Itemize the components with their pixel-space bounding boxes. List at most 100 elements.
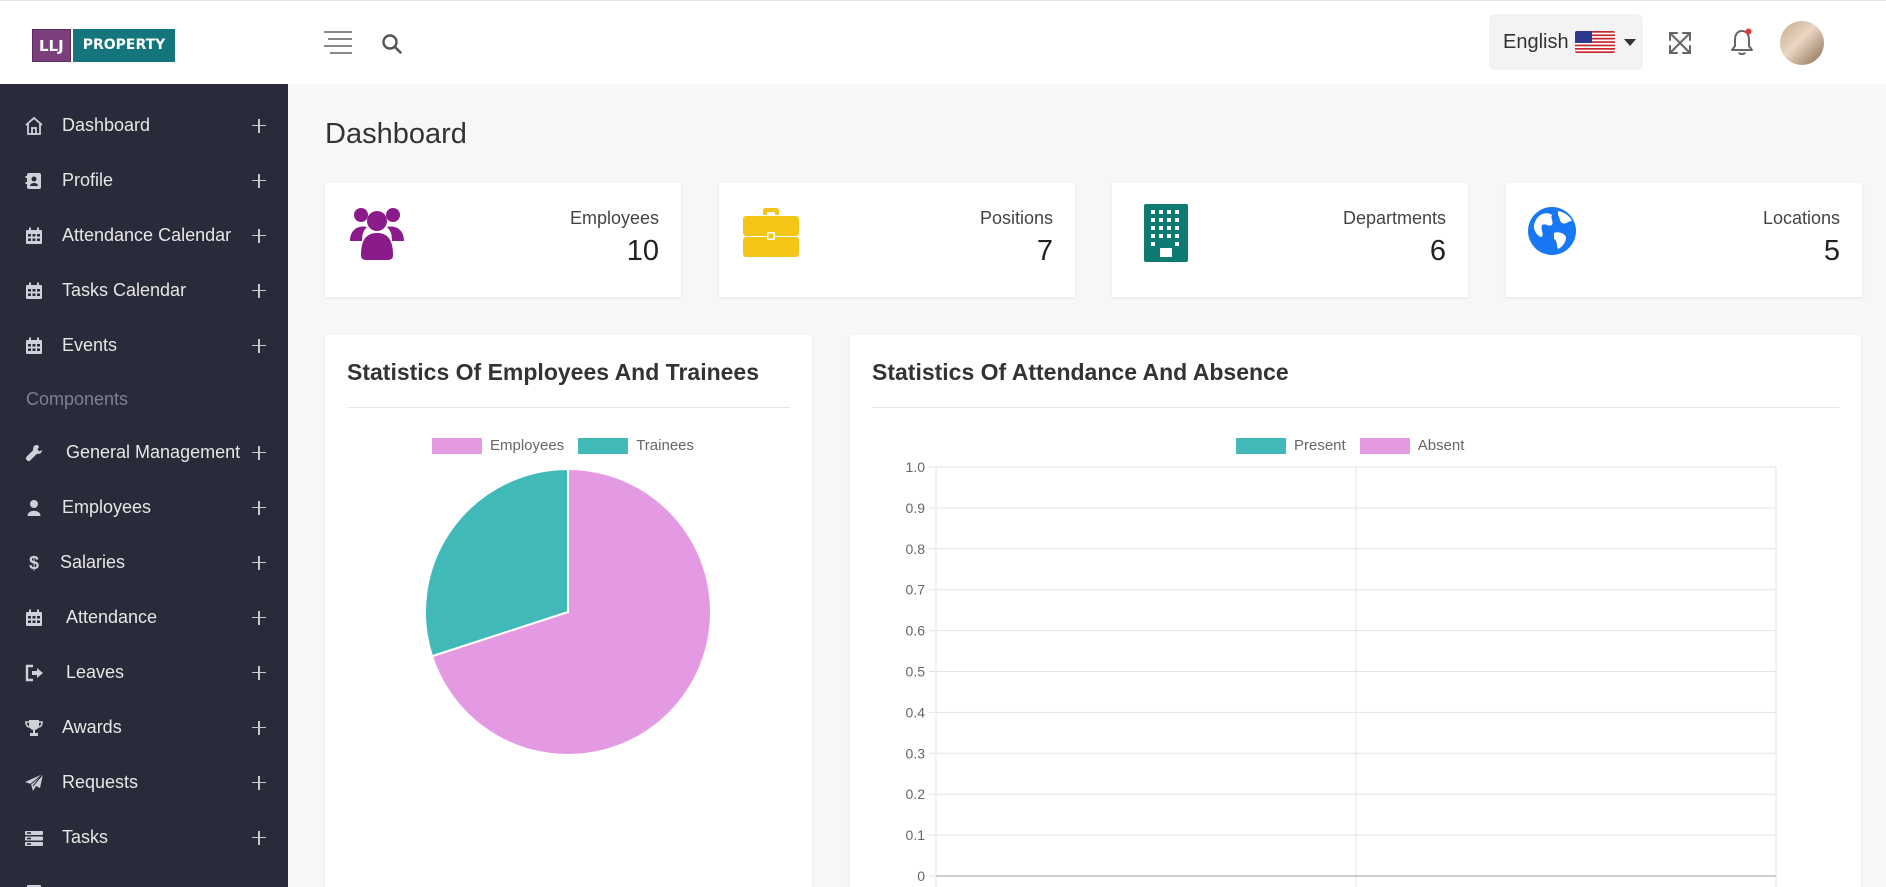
y-tick-label: 0.5 xyxy=(906,664,926,680)
expand-plus-icon[interactable] xyxy=(252,118,266,133)
user-icon xyxy=(24,498,44,518)
calendar-icon xyxy=(24,608,44,628)
stat-card-employees[interactable]: Employees 10 xyxy=(325,183,681,297)
sidebar-item-partial[interactable] xyxy=(0,865,288,887)
home-icon xyxy=(24,116,44,136)
sign-out-icon xyxy=(24,663,44,683)
document-icon xyxy=(24,883,44,887)
expand-plus-icon[interactable] xyxy=(252,338,266,353)
y-tick-label: 0.9 xyxy=(906,500,926,516)
users-icon xyxy=(347,203,407,263)
tasks-icon xyxy=(24,828,44,848)
y-tick-label: 0.7 xyxy=(906,582,926,598)
sidebar-item-tasks[interactable]: Tasks xyxy=(0,810,288,865)
us-flag-icon xyxy=(1574,31,1615,53)
calendar-icon xyxy=(24,281,44,301)
stat-card-departments[interactable]: Departments 6 xyxy=(1112,183,1468,297)
sidebar-item-label: General Management xyxy=(66,442,241,462)
sidebar-item-label: Employees xyxy=(62,497,152,517)
y-tick-label: 0.6 xyxy=(906,623,926,639)
stat-label: Positions xyxy=(979,208,1053,228)
building-icon xyxy=(1134,203,1194,263)
calendar-icon xyxy=(24,226,44,246)
sidebar-item-label: Attendance Calendar xyxy=(62,225,232,245)
sidebar-item-label: Events xyxy=(62,335,118,355)
stat-card-positions[interactable]: Positions 7 xyxy=(719,183,1075,297)
trophy-icon xyxy=(24,718,44,738)
svg-text:$: $ xyxy=(29,553,39,573)
expand-plus-icon[interactable] xyxy=(252,610,266,625)
sidebar-item-label: Salaries xyxy=(60,552,126,572)
language-label: English xyxy=(1503,30,1569,53)
sidebar-item-profile[interactable]: Profile xyxy=(0,153,288,208)
stat-label: Locations xyxy=(1762,208,1840,228)
attendance-absence-panel: Statistics Of Attendance And Absence Pre… xyxy=(850,335,1861,887)
y-tick-label: 0.2 xyxy=(906,786,926,802)
fullscreen-icon[interactable] xyxy=(1666,29,1694,57)
menu-toggle-icon[interactable] xyxy=(324,31,352,55)
globe-icon xyxy=(1528,203,1588,263)
y-tick-label: 0.8 xyxy=(906,541,926,557)
page-title: Dashboard xyxy=(325,118,467,150)
expand-plus-icon[interactable] xyxy=(252,830,266,845)
stat-value: 7 xyxy=(1036,235,1053,267)
expand-plus-icon[interactable] xyxy=(252,445,266,460)
y-tick-label: 0.4 xyxy=(906,704,926,720)
wrench-icon xyxy=(24,443,44,463)
brand-logo-part2: PROPERTY xyxy=(72,29,176,62)
sidebar-item-label: Profile xyxy=(62,170,114,190)
sidebar-item-tasks-calendar[interactable]: Tasks Calendar xyxy=(0,263,288,318)
sidebar-item-awards[interactable]: Awards xyxy=(0,700,288,755)
expand-plus-icon[interactable] xyxy=(252,173,266,188)
sidebar-item-events[interactable]: Events xyxy=(0,318,288,373)
expand-plus-icon[interactable] xyxy=(252,775,266,790)
sidebar-item-requests[interactable]: Requests xyxy=(0,755,288,810)
brand-logo[interactable]: LLJ PROPERTY xyxy=(32,29,176,62)
sidebar-item-dashboard[interactable]: Dashboard xyxy=(0,98,288,153)
search-icon[interactable] xyxy=(381,33,403,55)
y-tick-label: 0.1 xyxy=(906,827,926,843)
sidebar-item-label: Requests xyxy=(62,772,139,792)
expand-plus-icon[interactable] xyxy=(252,283,266,298)
stat-label: Departments xyxy=(1342,208,1446,228)
expand-plus-icon[interactable] xyxy=(252,720,266,735)
bar-chart: 1.0 0.9 0.8 0.7 0.6 0.5 0.4 0.3 0.2 0.1 0 xyxy=(906,459,1777,887)
sidebar-item-label: Leaves xyxy=(66,662,125,682)
notification-bell-icon[interactable] xyxy=(1729,27,1755,57)
sidebar-item-leaves[interactable]: Leaves xyxy=(0,645,288,700)
calendar-icon xyxy=(24,336,44,356)
stat-value: 5 xyxy=(1823,235,1840,267)
sidebar-item-label: Attendance xyxy=(66,607,158,627)
y-tick-label: 0.3 xyxy=(906,745,926,761)
stat-label: Employees xyxy=(569,208,659,228)
expand-plus-icon[interactable] xyxy=(252,555,266,570)
expand-plus-icon[interactable] xyxy=(252,665,266,680)
chevron-down-icon xyxy=(1623,38,1636,46)
stat-card-locations[interactable]: Locations 5 xyxy=(1506,183,1862,297)
top-bar: LLJ PROPERTY English xyxy=(0,0,1886,84)
employees-trainees-panel: Statistics Of Employees And Trainees Emp… xyxy=(325,335,812,887)
language-selector[interactable]: English xyxy=(1489,14,1643,70)
expand-plus-icon[interactable] xyxy=(252,500,266,515)
sidebar-item-general-management[interactable]: General Management xyxy=(0,425,288,480)
briefcase-icon xyxy=(741,203,801,263)
stat-value: 6 xyxy=(1429,235,1446,267)
sidebar-item-label: Tasks Calendar xyxy=(62,280,187,300)
sidebar-item-label: Dashboard xyxy=(62,115,151,135)
sidebar-section-components: Components xyxy=(26,388,129,409)
y-tick-label: 0 xyxy=(917,868,925,884)
sidebar-item-attendance-calendar[interactable]: Attendance Calendar xyxy=(0,208,288,263)
sidebar-item-salaries[interactable]: $ Salaries xyxy=(0,535,288,590)
dollar-icon: $ xyxy=(24,553,44,573)
pie-chart xyxy=(424,467,712,756)
stat-value: 10 xyxy=(626,235,659,267)
sidebar-item-label: Awards xyxy=(62,717,122,737)
sidebar-item-label: Tasks xyxy=(62,827,109,847)
contact-book-icon xyxy=(24,171,44,191)
paper-plane-icon xyxy=(24,773,44,793)
sidebar-item-employees[interactable]: Employees xyxy=(0,480,288,535)
expand-plus-icon[interactable] xyxy=(252,228,266,243)
y-tick-label: 1.0 xyxy=(906,459,926,475)
sidebar-item-attendance[interactable]: Attendance xyxy=(0,590,288,645)
user-avatar[interactable] xyxy=(1780,21,1824,65)
